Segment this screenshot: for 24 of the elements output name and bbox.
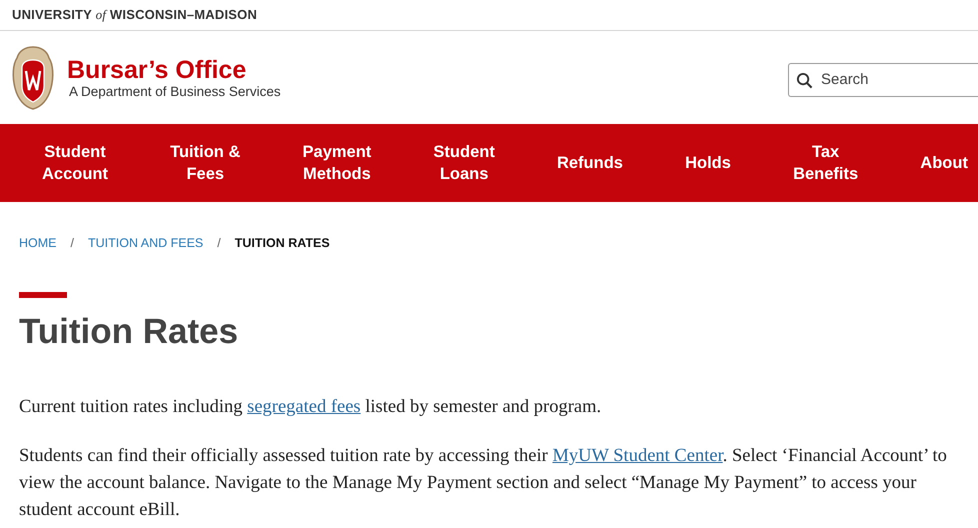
breadcrumb-current: TUITION RATES — [234, 236, 330, 250]
text-link[interactable]: MyUW Student Center — [552, 446, 723, 466]
nav-link[interactable]: Tuition & Fees — [170, 141, 240, 185]
university-name[interactable]: UNIVERSITY of WISCONSIN–MADISON — [12, 7, 258, 23]
search-icon — [796, 72, 813, 88]
nav-link[interactable]: Payment Methods — [302, 141, 372, 185]
page-title: Tuition Rates — [19, 311, 240, 353]
crest-logo[interactable] — [11, 46, 55, 110]
nav-link[interactable]: Tax Benefits — [793, 141, 858, 185]
nav-link[interactable]: Refunds — [556, 152, 623, 174]
paragraph: Students can find their officially assessed tuition rate by accessing their MyUW Student Center. Select ‘Financial Account’ to view the account balance. Navigate to the Manage My Payment section and select “Manage My Payment” to access your student account eBill. — [19, 445, 948, 522]
text-link[interactable]: segregated fees — [247, 397, 361, 417]
breadcrumb-separator: / — [70, 236, 74, 250]
site-title[interactable]: Bursar’s Office — [67, 56, 281, 84]
breadcrumb-separator: / — [217, 236, 221, 250]
breadcrumb-link[interactable]: HOME — [19, 236, 56, 250]
paragraph: Current tuition rates including segregated fees listed by semester and program. — [19, 396, 602, 419]
nav-link[interactable]: About — [920, 152, 968, 174]
nav-link[interactable]: Holds — [685, 152, 731, 174]
search-field[interactable]: Search — [788, 62, 978, 96]
nav-link[interactable]: Student Loans — [433, 141, 495, 185]
site-subtitle: A Department of Business Services — [69, 84, 281, 99]
nav-link[interactable]: Student Account — [42, 141, 108, 185]
breadcrumb-link[interactable]: TUITION AND FEES — [88, 236, 204, 250]
